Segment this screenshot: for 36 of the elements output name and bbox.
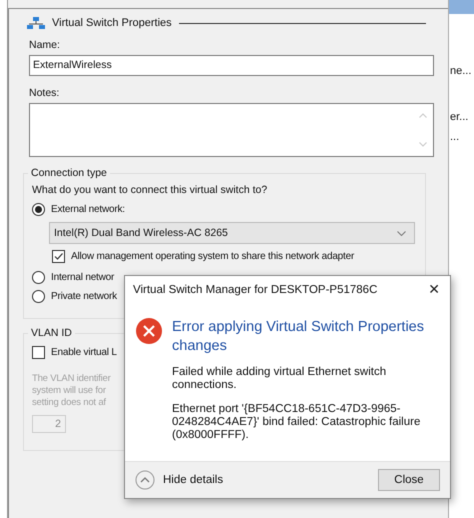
description-line: setting does not af: [32, 397, 106, 409]
checkbox-label: Allow management operating system to share this network adapter: [71, 251, 354, 262]
description-line: The VLAN identifier: [32, 373, 111, 385]
error-heading: Error applying Virtual Switch Properties changes: [172, 318, 425, 356]
description-line: system will use for: [32, 385, 106, 397]
chevron-down-icon: [397, 230, 406, 236]
radio-label: External network:: [51, 204, 125, 215]
hide-details-button[interactable]: Hide details: [135, 470, 224, 490]
dialog-title: Virtual Switch Manager for DESKTOP-P51786C: [133, 284, 378, 296]
network-icon: [27, 17, 45, 29]
radio-label: Internal networ: [51, 272, 114, 283]
radio-button[interactable]: [32, 271, 45, 284]
question-text: What do you want to connect this virtual switch to?: [32, 184, 268, 196]
radio-button[interactable]: [32, 290, 45, 303]
header-bar: [449, 0, 474, 14]
close-button[interactable]: ✕: [424, 282, 444, 298]
checkbox-label: Enable virtual L: [51, 347, 117, 358]
action-item[interactable]: er...: [450, 111, 468, 123]
name-field[interactable]: ExternalWireless: [29, 55, 434, 76]
action-item[interactable]: ...: [450, 131, 460, 143]
checkbox[interactable]: [52, 250, 65, 263]
error-message: Failed while adding virtual Ethernet switch connections.: [172, 366, 388, 392]
notes-label: Notes:: [29, 87, 60, 99]
section-title: Virtual Switch Properties: [52, 17, 172, 29]
adapter-dropdown[interactable]: Intel(R) Dual Band Wireless-AC 8265: [49, 222, 415, 244]
checkbox[interactable]: [32, 346, 45, 359]
action-item[interactable]: ne...: [450, 65, 472, 77]
radio-label: Private network: [51, 291, 117, 302]
error-message: Ethernet port '{BF54CC18-651C-47D3-9965-0248284C4AE7}' bind failed: Catastrophic failure (0x8000FFFF).: [172, 403, 422, 442]
chevron-up-icon: [135, 470, 155, 490]
close-button[interactable]: Close: [378, 469, 440, 491]
radio-button[interactable]: [32, 203, 45, 216]
error-icon: [136, 318, 162, 344]
group-legend: VLAN ID: [28, 327, 75, 339]
group-legend: Connection type: [28, 167, 110, 179]
name-label: Name:: [29, 39, 61, 51]
